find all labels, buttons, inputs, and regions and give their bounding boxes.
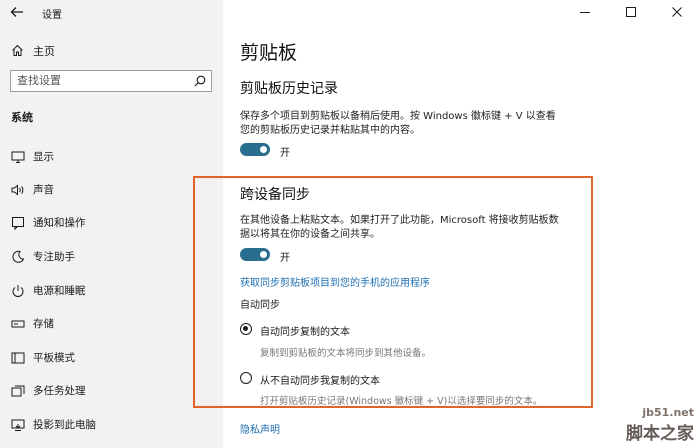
sidebar-item-label: 多任务处理 (33, 385, 86, 397)
sidebar-item-label: 专注助手 (33, 251, 75, 263)
sidebar-item-home[interactable]: 主页 (0, 39, 223, 63)
sidebar-home-label: 主页 (33, 45, 55, 58)
sound-icon (11, 184, 24, 196)
search-input[interactable] (17, 74, 187, 87)
home-icon (12, 44, 23, 56)
maximize-button[interactable] (608, 0, 654, 26)
history-description-line2: 您的剪贴板历史记录并粘贴其中的内容。 (240, 125, 420, 136)
minimize-button[interactable] (562, 0, 608, 26)
sidebar-item-display[interactable]: 显示 (0, 142, 223, 172)
power-icon (12, 285, 24, 297)
back-arrow-icon (10, 7, 23, 17)
sidebar: 设置 主页 系统 显示 声音 通知和操作 (0, 0, 223, 448)
sidebar-item-focus-assist[interactable]: 专注助手 (0, 242, 223, 272)
back-button[interactable] (0, 0, 34, 26)
toggle-knob (260, 146, 267, 153)
close-button[interactable] (654, 0, 700, 26)
sidebar-item-label: 存储 (33, 318, 54, 330)
notifications-icon (12, 217, 24, 230)
watermark-name: 脚本之家 (626, 424, 694, 444)
sidebar-item-storage[interactable]: 存储 (0, 309, 223, 339)
sidebar-item-tablet-mode[interactable]: 平板模式 (0, 343, 223, 373)
display-icon (11, 151, 25, 163)
focus-assist-icon (12, 250, 25, 263)
sidebar-item-notifications[interactable]: 通知和操作 (0, 208, 223, 238)
sidebar-item-sound[interactable]: 声音 (0, 175, 223, 205)
history-heading: 剪贴板历史记录 (240, 81, 338, 97)
close-icon (672, 7, 682, 17)
history-toggle[interactable] (240, 143, 270, 156)
multitasking-icon (11, 385, 25, 397)
history-toggle-label: 开 (280, 148, 290, 159)
sidebar-item-label: 显示 (33, 151, 54, 163)
storage-icon (11, 320, 25, 328)
sidebar-item-label: 投影到此电脑 (33, 419, 96, 431)
minimize-icon (580, 12, 590, 13)
sidebar-item-multitasking[interactable]: 多任务处理 (0, 376, 223, 406)
watermark-url: jb51.net (642, 406, 694, 419)
maximize-icon (626, 7, 636, 17)
search-icon[interactable] (194, 75, 206, 87)
sidebar-item-label: 声音 (33, 184, 54, 196)
window-controls (562, 0, 700, 26)
sidebar-item-label: 通知和操作 (33, 217, 86, 229)
section-label-system: 系统 (11, 111, 33, 124)
sidebar-item-label: 平板模式 (33, 352, 75, 364)
highlight-box (193, 176, 593, 408)
tablet-mode-icon (11, 352, 25, 364)
watermark: jb51.net 脚本之家 (626, 406, 694, 444)
sidebar-item-project[interactable]: 投影到此电脑 (0, 410, 223, 440)
project-icon (11, 419, 25, 431)
search-input-container[interactable] (10, 70, 212, 92)
sidebar-item-label: 电源和睡眠 (33, 285, 86, 297)
app-title: 设置 (42, 10, 62, 21)
privacy-link[interactable]: 隐私声明 (240, 421, 280, 436)
sidebar-item-power[interactable]: 电源和睡眠 (0, 276, 223, 306)
page-title: 剪贴板 (240, 42, 298, 64)
